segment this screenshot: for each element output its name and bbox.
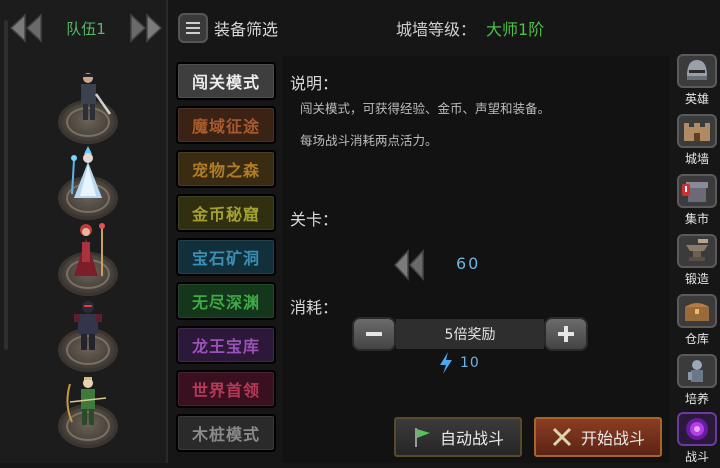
mode-button-7[interactable]: 世界首领 xyxy=(176,370,276,408)
prev-team-button[interactable] xyxy=(8,10,44,46)
anvil-icon xyxy=(686,239,708,261)
cost-title: 消耗： xyxy=(290,298,339,317)
mode-button-8[interactable]: 木桩模式 xyxy=(176,414,276,452)
hero-slot-3[interactable] xyxy=(52,222,124,296)
mode-label: 世界首领 xyxy=(191,381,260,400)
filter-menu-button[interactable] xyxy=(178,13,208,43)
menu-label: 集市 xyxy=(684,212,709,226)
mode-button-3[interactable]: 金币秘窟 xyxy=(176,194,276,232)
mode-label: 宠物之森 xyxy=(191,161,260,180)
team-header: 队伍1 xyxy=(8,8,164,48)
hero-slot-5[interactable] xyxy=(52,374,124,448)
mode-label: 龙王宝库 xyxy=(191,337,260,356)
flag-icon xyxy=(414,428,430,447)
start-battle-label: 开始战斗 xyxy=(580,429,645,448)
description-line-1: 闯关模式，可获得经验、金币、声望和装备。 xyxy=(300,101,551,116)
mode-button-6[interactable]: 龙王宝库 xyxy=(176,326,276,364)
wall-icon xyxy=(684,123,710,141)
decrease-button[interactable] xyxy=(352,317,396,351)
helmet-icon xyxy=(687,60,707,80)
energy-cost-value: 10 xyxy=(460,355,480,371)
menu-label: 锻造 xyxy=(684,272,709,286)
mode-label: 闯关模式 xyxy=(191,73,260,92)
menu-item-warehouse[interactable]: 仓库 xyxy=(674,294,720,350)
increase-button[interactable] xyxy=(544,317,588,351)
menu-item-battle[interactable]: 战斗 xyxy=(674,412,720,468)
portal-icon xyxy=(686,418,708,440)
menu-label: 英雄 xyxy=(684,92,709,106)
start-battle-button[interactable]: 开始战斗 xyxy=(534,417,662,457)
stage-title: 关卡： xyxy=(290,210,339,229)
menu-item-training[interactable]: 培养 xyxy=(674,354,720,410)
wall-level-value: 大师1阶 xyxy=(486,20,545,39)
menu-item-market[interactable]: 集市 xyxy=(674,174,720,230)
mode-button-2[interactable]: 宠物之森 xyxy=(176,150,276,188)
stage-prev-button[interactable] xyxy=(392,248,426,282)
reward-multiplier-value: 5倍奖励 xyxy=(396,319,544,349)
mode-button-4[interactable]: 宝石矿洞 xyxy=(176,238,276,276)
stage-number: 60 xyxy=(456,254,481,273)
menu-lines-icon xyxy=(186,22,200,24)
equipment-filter-label[interactable]: 装备筛选 xyxy=(214,16,278,40)
double-right-arrow-icon xyxy=(130,13,163,43)
double-left-arrow-icon xyxy=(9,13,42,43)
mode-button-5[interactable]: 无尽深渊 xyxy=(176,282,276,320)
plus-icon xyxy=(558,326,574,342)
crossed-swords-icon xyxy=(552,427,572,447)
team-scrollbar[interactable] xyxy=(4,20,8,350)
hero-ice-mage-sprite xyxy=(71,146,102,198)
market-icon xyxy=(682,182,708,202)
top-bar: 装备筛选 城墙等级： 大师1阶 xyxy=(172,8,668,48)
mode-label: 魔域征途 xyxy=(191,117,260,136)
double-left-arrow-icon xyxy=(393,249,424,281)
menu-label: 城墙 xyxy=(684,152,709,166)
hero-dark-knight-sprite xyxy=(74,301,102,350)
wall-level-label: 城墙等级： xyxy=(396,20,477,39)
auto-battle-button[interactable]: 自动战斗 xyxy=(394,417,522,457)
mode-label: 木桩模式 xyxy=(191,425,260,444)
description-line-2: 每场战斗消耗两点活力。 xyxy=(300,133,438,148)
description-title: 说明： xyxy=(290,74,339,93)
hero-red-sorceress-sprite xyxy=(74,223,105,276)
menu-label: 仓库 xyxy=(684,332,709,346)
next-team-button[interactable] xyxy=(128,10,164,46)
team-panel: 队伍1 xyxy=(0,0,168,463)
hero-slot-4[interactable] xyxy=(52,298,124,372)
menu-label: 培养 xyxy=(684,392,709,406)
hero-archer-sprite xyxy=(66,377,107,425)
mode-label: 金币秘窟 xyxy=(191,205,260,224)
mode-label: 无尽深渊 xyxy=(191,293,260,312)
menu-label: 战斗 xyxy=(684,450,709,464)
mode-label: 宝石矿洞 xyxy=(191,249,260,268)
hero-slot-1[interactable] xyxy=(52,70,124,144)
lightning-icon xyxy=(440,352,452,374)
minus-icon xyxy=(366,332,382,336)
menu-item-forge[interactable]: 锻造 xyxy=(674,234,720,290)
training-icon xyxy=(688,360,703,382)
menu-item-hero[interactable]: 英雄 xyxy=(674,54,720,110)
mode-button-1[interactable]: 魔域征途 xyxy=(176,106,276,144)
menu-item-wall[interactable]: 城墙 xyxy=(674,114,720,170)
hero-swordsman-sprite xyxy=(81,73,112,120)
mode-button-0[interactable]: 闯关模式 xyxy=(176,62,276,100)
hero-slot-2[interactable] xyxy=(52,146,124,220)
reward-multiplier-stepper: 5倍奖励 xyxy=(352,316,588,352)
team-label: 队伍1 xyxy=(66,19,106,38)
auto-battle-label: 自动战斗 xyxy=(439,429,504,448)
mode-info-panel: 说明： 闯关模式，可获得经验、金币、声望和装备。 每场战斗消耗两点活力。 关卡：… xyxy=(282,56,670,463)
chest-icon xyxy=(685,303,709,321)
energy-cost: 10 xyxy=(438,352,480,374)
